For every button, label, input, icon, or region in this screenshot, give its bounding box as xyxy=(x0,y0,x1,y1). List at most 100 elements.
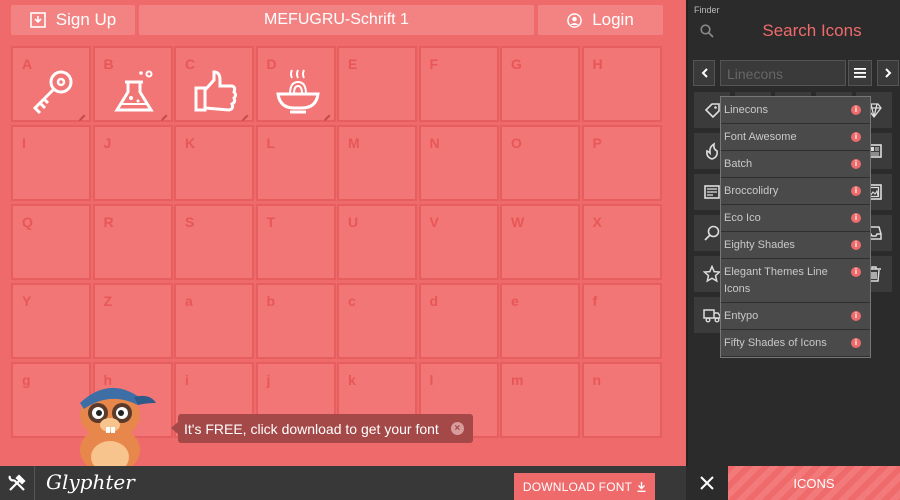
glyph-cell[interactable]: K xyxy=(174,125,254,201)
hammer-wrench-icon xyxy=(8,474,26,491)
glyph-cell[interactable]: d xyxy=(418,283,499,359)
free-download-tooltip: It's FREE, click download to get your fo… xyxy=(171,414,473,443)
library-option-label: Eco Ico xyxy=(724,212,761,224)
info-icon[interactable]: i xyxy=(851,186,861,196)
glyph-cell[interactable]: c xyxy=(337,283,417,359)
search-icon xyxy=(700,24,714,38)
library-option[interactable]: Font Awesome i xyxy=(721,124,870,151)
icons-tab-label: ICONS xyxy=(793,475,835,491)
glyph-cell[interactable]: L xyxy=(255,125,336,201)
glyph-letter: N xyxy=(429,135,440,151)
glyph-cell[interactable]: a xyxy=(174,283,254,359)
glyph-cell[interactable]: D xyxy=(255,46,336,122)
library-select[interactable]: Linecons xyxy=(720,60,846,86)
glyph-cell[interactable]: O xyxy=(500,125,580,201)
glyph-cell[interactable]: X xyxy=(581,204,662,280)
star-icon xyxy=(703,265,721,283)
library-option[interactable]: Eighty Shades i xyxy=(721,232,870,259)
download-font-button[interactable]: DOWNLOAD FONT xyxy=(514,473,655,500)
library-option[interactable]: Batch i xyxy=(721,151,870,178)
glyph-letter: M xyxy=(348,135,360,151)
glyph-cell[interactable]: V xyxy=(418,204,499,280)
glyph-cell[interactable]: N xyxy=(418,125,499,201)
library-option[interactable]: Elegant Themes Line Icons i xyxy=(721,259,870,303)
library-list-button[interactable] xyxy=(848,60,872,86)
library-option[interactable]: Linecons i xyxy=(721,97,870,124)
sign-up-icon xyxy=(29,12,46,28)
library-option[interactable]: Eco Ico i xyxy=(721,205,870,232)
glyph-letter: d xyxy=(429,293,439,309)
edit-pencil-icon[interactable] xyxy=(78,109,86,121)
glyph-cell[interactable]: G xyxy=(500,46,580,122)
edit-pencil-icon[interactable] xyxy=(323,109,331,121)
info-icon[interactable]: i xyxy=(851,338,861,348)
info-icon[interactable]: i xyxy=(851,132,861,142)
glyph-cell[interactable]: e xyxy=(500,283,580,359)
glyph-cell[interactable]: I xyxy=(11,125,91,201)
glyph-cell[interactable]: m xyxy=(500,362,580,438)
glyph-letter: l xyxy=(429,372,434,388)
close-icon[interactable]: × xyxy=(450,422,464,435)
glyph-letter: b xyxy=(266,293,276,309)
glyph-cell[interactable]: U xyxy=(337,204,417,280)
glyph-letter: V xyxy=(429,214,439,230)
library-option-label: Batch xyxy=(724,158,753,170)
fire-icon xyxy=(706,142,718,160)
glyph-cell[interactable]: A xyxy=(11,46,91,122)
mascot-illustration xyxy=(80,387,156,466)
library-option[interactable]: Entypo i xyxy=(721,303,870,330)
glyph-letter: S xyxy=(185,214,195,230)
glyph-letter: P xyxy=(592,135,602,151)
glyph-cell[interactable]: E xyxy=(337,46,417,122)
search-icons-input[interactable] xyxy=(724,18,900,44)
info-icon[interactable]: i xyxy=(851,213,861,223)
login-button[interactable]: Login xyxy=(538,5,663,35)
glyph-letter: Z xyxy=(103,293,113,309)
info-icon[interactable]: i xyxy=(851,240,861,250)
glyph-letter: G xyxy=(511,56,522,72)
info-icon[interactable]: i xyxy=(851,105,861,115)
finder-label: Finder xyxy=(694,5,720,15)
previous-library-button[interactable] xyxy=(693,60,715,86)
glyph-cell[interactable]: Y xyxy=(11,283,91,359)
glyph-letter: I xyxy=(22,135,26,151)
glyph-letter: m xyxy=(511,372,524,388)
next-library-button[interactable] xyxy=(877,60,899,86)
chevron-left-icon xyxy=(701,68,708,78)
info-icon[interactable]: i xyxy=(851,267,861,277)
glyph-cell[interactable]: b xyxy=(255,283,336,359)
glyph-letter: f xyxy=(592,293,598,309)
font-name: MEFUGRU-Schrift 1 xyxy=(264,11,409,28)
glyph-cell[interactable]: W xyxy=(500,204,580,280)
library-option[interactable]: Broccolidry i xyxy=(721,178,870,205)
glyph-cell[interactable]: M xyxy=(337,125,417,201)
glyph-cell[interactable]: f xyxy=(581,283,662,359)
glyph-cell[interactable]: F xyxy=(418,46,499,122)
tools-button[interactable] xyxy=(0,466,35,500)
edit-pencil-icon[interactable] xyxy=(241,109,249,121)
info-icon[interactable]: i xyxy=(851,311,861,321)
glyph-cell[interactable]: S xyxy=(174,204,254,280)
info-icon[interactable]: i xyxy=(851,159,861,169)
glyph-cell[interactable]: B xyxy=(92,46,173,122)
glyph-cell[interactable]: P xyxy=(581,125,662,201)
glyph-cell[interactable]: C xyxy=(174,46,254,122)
glyph-cell[interactable]: T xyxy=(255,204,336,280)
glyph-cell[interactable]: R xyxy=(92,204,173,280)
glyph-letter: X xyxy=(592,214,602,230)
glyph-cell[interactable]: H xyxy=(581,46,662,122)
sign-up-button[interactable]: Sign Up xyxy=(11,5,135,35)
glyph-cell[interactable]: Z xyxy=(92,283,173,359)
glyph-letter: Q xyxy=(22,214,33,230)
font-name-field[interactable]: MEFUGRU-Schrift 1 xyxy=(139,5,534,35)
glyph-cell[interactable]: Q xyxy=(11,204,91,280)
glyph-cell[interactable]: J xyxy=(92,125,173,201)
library-option[interactable]: Fifty Shades of Icons i xyxy=(721,330,870,357)
glyph-letter: W xyxy=(511,214,525,230)
glyph-letter: c xyxy=(348,293,356,309)
glyph-letter: a xyxy=(185,293,193,309)
glyph-cell[interactable]: n xyxy=(581,362,662,438)
icons-tab[interactable]: ICONS xyxy=(728,466,900,500)
close-panel-button[interactable] xyxy=(686,466,728,500)
edit-pencil-icon[interactable] xyxy=(160,109,168,121)
